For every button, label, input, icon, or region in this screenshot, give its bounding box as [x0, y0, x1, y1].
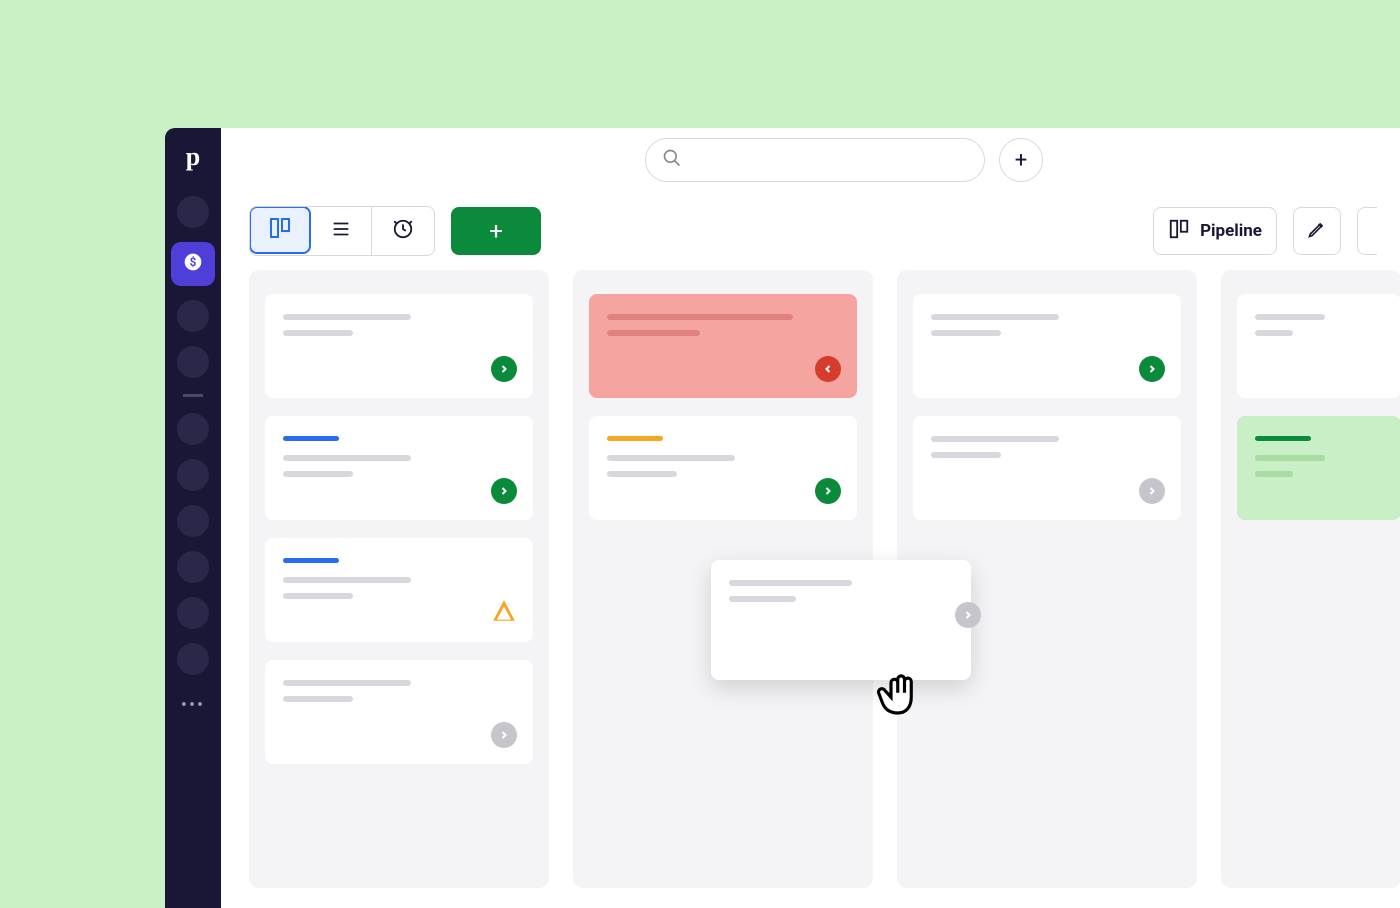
chevron-right-icon: [962, 606, 974, 625]
app-logo: p: [186, 142, 200, 172]
status-badge: [815, 356, 841, 382]
deal-card[interactable]: [589, 416, 857, 520]
view-mode-board[interactable]: [249, 206, 311, 254]
board-icon: [268, 216, 292, 244]
nav-item-7[interactable]: [177, 505, 209, 537]
app-window: p $ ••• +: [165, 128, 1400, 908]
nav-item-4[interactable]: [177, 346, 209, 378]
status-badge: [1139, 478, 1165, 504]
global-add-button[interactable]: +: [999, 138, 1043, 182]
pipeline-label: Pipeline: [1200, 221, 1262, 241]
sidebar-divider: [183, 394, 203, 397]
nav-item-6[interactable]: [177, 459, 209, 491]
status-badge: [491, 356, 517, 382]
chevron-right-icon: [1146, 360, 1158, 379]
stage-column-1: [249, 270, 549, 888]
pencil-icon: [1307, 219, 1327, 243]
plus-icon: +: [1015, 148, 1027, 173]
warning-icon: [491, 598, 517, 628]
stage-column-4: [1221, 270, 1400, 888]
chevron-left-icon: [822, 360, 834, 379]
view-mode-list[interactable]: [310, 207, 372, 255]
chevron-right-icon: [498, 482, 510, 501]
card-tag: [283, 558, 339, 563]
sidebar-more[interactable]: •••: [181, 695, 205, 716]
sidebar: p $ •••: [165, 128, 221, 908]
nav-item-8[interactable]: [177, 551, 209, 583]
nav-item-deals[interactable]: $: [171, 242, 215, 286]
kanban-board: [221, 270, 1400, 908]
status-badge: [491, 722, 517, 748]
deal-card[interactable]: [1237, 294, 1400, 398]
dragging-deal-card[interactable]: [711, 560, 971, 680]
toolbar-overflow[interactable]: [1357, 207, 1377, 255]
nav-item-1[interactable]: [177, 196, 209, 228]
card-tag: [607, 436, 663, 441]
status-badge: [491, 478, 517, 504]
status-badge: [815, 478, 841, 504]
board-icon: [1168, 218, 1190, 245]
status-badge: [491, 600, 517, 626]
search-icon: [662, 148, 682, 172]
view-mode-forecast[interactable]: [372, 207, 434, 255]
edit-pipeline-button[interactable]: [1293, 207, 1341, 255]
search-input-wrap[interactable]: [645, 138, 985, 182]
deal-card[interactable]: [589, 294, 857, 398]
deal-card[interactable]: [265, 416, 533, 520]
deal-card[interactable]: [1237, 416, 1400, 520]
nav-item-5[interactable]: [177, 413, 209, 445]
topbar: +: [221, 128, 1400, 192]
chevron-right-icon: [822, 482, 834, 501]
main-area: +: [221, 128, 1400, 908]
deal-card[interactable]: [265, 294, 533, 398]
chevron-right-icon: [498, 726, 510, 745]
plus-icon: +: [489, 217, 503, 245]
list-icon: [330, 218, 352, 244]
nav-item-9[interactable]: [177, 597, 209, 629]
card-tag: [1255, 436, 1311, 441]
nav-item-3[interactable]: [177, 300, 209, 332]
forecast-icon: [392, 218, 414, 244]
pipeline-selector[interactable]: Pipeline: [1153, 207, 1277, 255]
dollar-icon: $: [183, 252, 203, 276]
status-badge: [955, 602, 981, 628]
add-deal-button[interactable]: +: [451, 207, 541, 255]
deal-card[interactable]: [913, 294, 1181, 398]
svg-text:$: $: [190, 255, 197, 269]
view-mode-segmented: [249, 206, 435, 256]
chevron-right-icon: [498, 360, 510, 379]
card-tag: [283, 436, 339, 441]
nav-item-10[interactable]: [177, 643, 209, 675]
chevron-right-icon: [1146, 482, 1158, 501]
status-badge: [1139, 356, 1165, 382]
toolbar: + Pipeline: [221, 192, 1400, 270]
search-input[interactable]: [692, 152, 968, 169]
deal-card[interactable]: [265, 538, 533, 642]
deal-card[interactable]: [913, 416, 1181, 520]
deal-card[interactable]: [265, 660, 533, 764]
